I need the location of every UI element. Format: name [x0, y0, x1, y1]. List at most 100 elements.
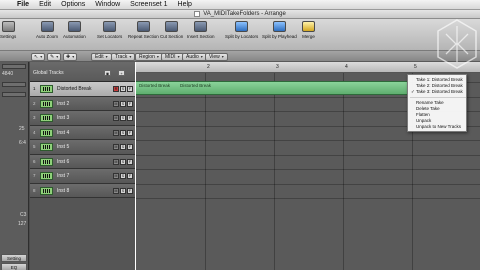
local-menu-midi[interactable]: MIDI ▾	[161, 52, 184, 61]
solo-button[interactable]: S	[120, 115, 126, 121]
checkmark-icon: ✓	[411, 89, 415, 94]
chevron-down-icon: ▾	[177, 54, 180, 59]
title-bar[interactable]: VA_MIDITakeFolders - Arrange	[0, 10, 480, 19]
solo-button[interactable]: S	[120, 173, 126, 179]
track-name[interactable]: Inst 8	[57, 188, 69, 194]
track-name[interactable]: Inst 2	[57, 101, 69, 107]
merge-button[interactable]: Merge	[302, 21, 315, 39]
menu-item-unpack-to-new-tracks[interactable]: Unpack to New Tracks	[408, 124, 468, 130]
track-row[interactable]: 8 Inst 8 MSF	[30, 183, 135, 198]
track-name[interactable]: Inst 3	[57, 115, 69, 121]
freeze-button[interactable]: F	[127, 158, 133, 165]
freeze-button[interactable]: F	[127, 129, 133, 136]
solo-button[interactable]: S	[120, 187, 126, 194]
cut-icon	[165, 21, 179, 32]
menu-screenset[interactable]: Screenset 1	[125, 1, 172, 8]
chevron-down-icon: ▾	[129, 54, 132, 59]
repeat-section-button[interactable]: Repeat Section	[128, 21, 159, 39]
mute-button[interactable]: M	[113, 100, 119, 107]
track-name[interactable]: Inst 5	[57, 144, 69, 150]
mute-button[interactable]: M	[113, 158, 119, 165]
menu-item-take-3[interactable]: ✓ Take 3: Distorted Break	[408, 89, 468, 95]
take-folder-region[interactable]: Distorted Break Distorted Break	[135, 81, 410, 95]
split-by-locators-button[interactable]: Split by Locators	[225, 21, 258, 39]
freeze-button[interactable]: F	[127, 100, 133, 107]
track-row[interactable]: 1 Distorted Break R S F	[30, 82, 135, 97]
freeze-button[interactable]: F	[127, 86, 133, 92]
mute-button[interactable]: M	[113, 187, 119, 194]
keyboard-icon	[40, 186, 53, 195]
document-icon	[194, 11, 201, 17]
track-name[interactable]: Inst 7	[57, 173, 69, 179]
solo-button[interactable]: S	[120, 144, 126, 150]
mute-button[interactable]: M	[113, 144, 119, 150]
mute-button[interactable]: M	[113, 173, 119, 179]
bar-gridline	[343, 73, 344, 270]
marquee-tool-icon[interactable]: ✚ ▾	[63, 52, 78, 61]
insert-section-button[interactable]: Insert Section	[187, 21, 215, 39]
ruler-bar-5: 5	[414, 64, 417, 70]
track-row[interactable]: 2 Inst 2 MSF	[30, 96, 135, 111]
local-menu-view[interactable]: View ▾	[205, 52, 228, 61]
track-name[interactable]: Inst 4	[57, 130, 69, 136]
track-number: 8	[33, 187, 36, 193]
menu-file[interactable]: File	[12, 1, 34, 8]
inspector-eq-field[interactable]: EQ	[1, 263, 27, 270]
track-number: 2	[33, 100, 36, 106]
menu-window[interactable]: Window	[90, 1, 125, 8]
track-row[interactable]: 3 Inst 3 MSF	[30, 111, 135, 126]
local-menu-region[interactable]: Region ▾	[135, 52, 163, 61]
local-menu-track[interactable]: Track ▾	[111, 52, 136, 61]
track-row[interactable]: 4 Inst 4 MSF	[30, 125, 135, 140]
bar-ruler[interactable]: 2 3 4 5	[135, 62, 480, 73]
menu-options[interactable]: Options	[56, 1, 90, 8]
freeze-button[interactable]: F	[127, 115, 133, 121]
track-number: 3	[33, 115, 36, 120]
window-title: VA_MIDITakeFolders - Arrange	[203, 11, 286, 17]
auto-zoom-button[interactable]: Auto Zoom	[36, 21, 58, 39]
track-name[interactable]: Distorted Break	[57, 86, 91, 92]
inspector-setting-button[interactable]: Setting	[1, 254, 27, 262]
freeze-button[interactable]: F	[127, 144, 133, 150]
inspector-readout-1: 4840	[2, 71, 14, 77]
automation-button[interactable]: Automation	[63, 21, 86, 39]
chevron-down-icon: ▾	[221, 54, 224, 59]
pointer-tool-icon[interactable]: ↖ ▾	[31, 52, 46, 61]
track-row[interactable]: 5 Inst 5 MSF	[30, 140, 135, 155]
pencil-tool-icon[interactable]: ✎ ▾	[47, 52, 62, 61]
global-tracks-row[interactable]: Global Tracks ◉ +	[30, 62, 135, 82]
freeze-button[interactable]: F	[127, 173, 133, 179]
inspector-parameter-row[interactable]	[2, 82, 26, 87]
solo-button[interactable]: S	[120, 100, 126, 107]
inspector-readout-3: 6:4	[19, 140, 26, 146]
track-row[interactable]: 6 Inst 6 MSF	[30, 154, 135, 169]
track-number: 7	[33, 173, 36, 178]
eye-icon[interactable]: ◉	[104, 70, 111, 76]
mute-button[interactable]: M	[113, 129, 119, 136]
cut-section-button[interactable]: Cut Section	[160, 21, 183, 39]
add-track-icon[interactable]: +	[118, 70, 125, 76]
playhead[interactable]	[135, 62, 136, 270]
local-menu-edit[interactable]: Edit ▾	[91, 52, 112, 61]
inspector-region-header[interactable]	[2, 64, 26, 69]
track-name[interactable]: Inst 6	[57, 159, 69, 165]
local-menu-audio[interactable]: Audio ▾	[182, 52, 207, 61]
menu-help[interactable]: Help	[173, 1, 197, 8]
settings-icon	[1, 21, 15, 32]
record-enable-button[interactable]: R	[113, 86, 119, 92]
track-row[interactable]: 7 Inst 7 MSF	[30, 169, 135, 184]
bar-gridline	[205, 73, 206, 270]
inspector-parameter-row[interactable]	[2, 92, 26, 97]
solo-button[interactable]: S	[120, 129, 126, 136]
set-locators-button[interactable]: Set Locators	[97, 21, 122, 39]
merge-icon	[302, 21, 315, 32]
menu-edit[interactable]: Edit	[34, 1, 56, 8]
settings-button[interactable]: Settings	[0, 21, 16, 39]
freeze-button[interactable]: F	[127, 187, 133, 194]
screen: { "menubar": { "items": ["File", "Edit",…	[0, 0, 480, 270]
mute-button[interactable]: M	[113, 115, 119, 121]
split-by-playhead-button[interactable]: Split by Playhead	[262, 21, 297, 39]
bar-gridline	[274, 73, 275, 270]
solo-button[interactable]: S	[120, 158, 126, 165]
solo-button[interactable]: S	[120, 86, 126, 92]
